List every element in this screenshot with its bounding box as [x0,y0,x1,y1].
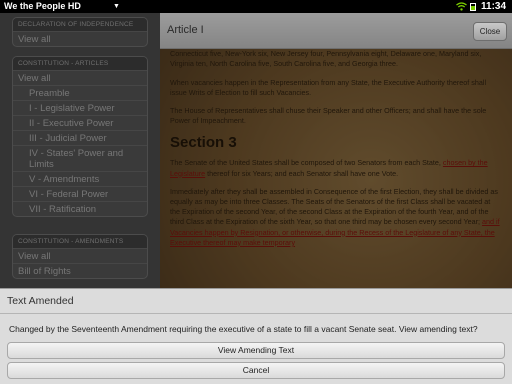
dialog-message: Changed by the Seventeenth Amendment req… [9,324,478,334]
divider [0,313,512,314]
wifi-icon [456,2,467,11]
app-menu[interactable]: We the People HD [4,0,81,13]
close-button[interactable]: Close [473,22,507,41]
chevron-down-icon[interactable]: ▼ [113,0,120,13]
cancel-button[interactable]: Cancel [7,362,505,379]
article-header: Article I Close [160,13,512,49]
status-bar: We the People HD ▼ 11:34 [0,0,512,13]
page-title: Article I [167,24,204,36]
battery-icon [470,3,476,11]
view-amending-text-button[interactable]: View Amending Text [7,342,505,359]
clock: 11:34 [481,1,507,12]
text-amended-dialog: Text Amended Changed by the Seventeenth … [0,288,512,384]
dialog-title: Text Amended [7,295,74,307]
